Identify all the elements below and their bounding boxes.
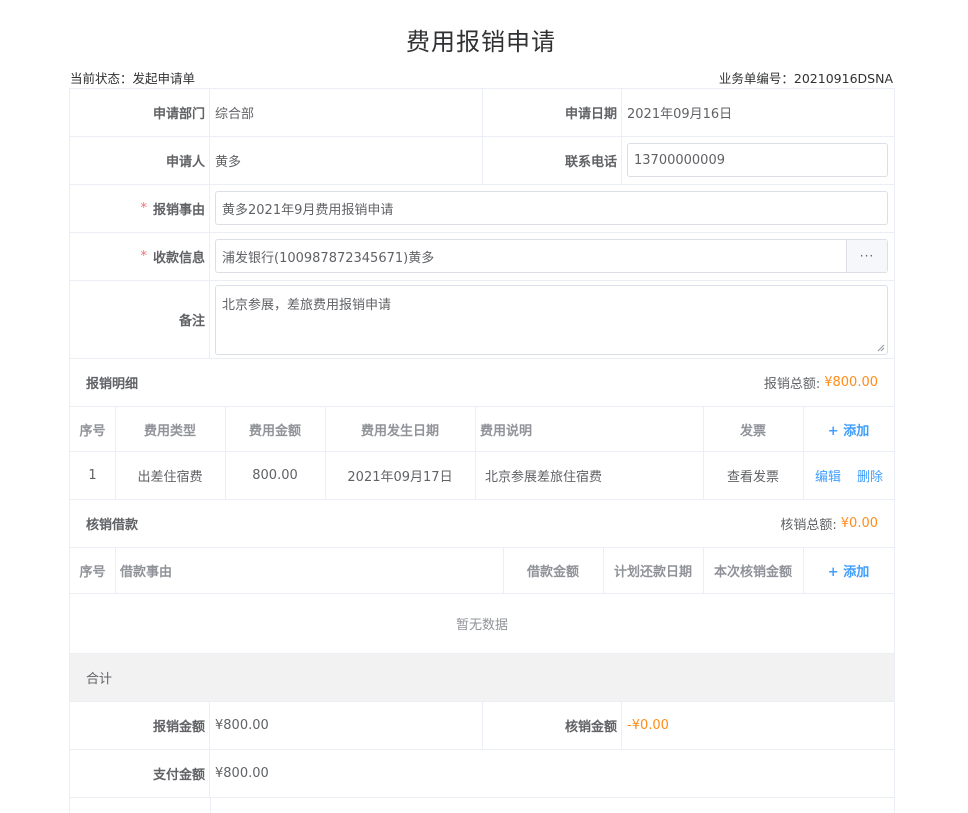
summary-row-pay: 支付金额 ¥800.00 — [70, 750, 894, 798]
reason-label-text: 报销事由 — [152, 203, 205, 218]
add-detail-button[interactable]: + 添加 — [803, 407, 894, 451]
writeoff-amount-value: -¥0.00 — [627, 718, 669, 733]
reimburse-amount-label: 报销金额 — [70, 702, 210, 749]
date-label: 申请日期 — [482, 89, 622, 136]
col-header-type: 费用类型 — [143, 423, 196, 439]
summary-row-next — [70, 798, 894, 813]
form-row-remark: 备注 北京参展，差旅费用报销申请 — [70, 281, 894, 359]
date-value: 2021年09月16日 — [627, 107, 733, 122]
loan-total-value: ¥0.00 — [840, 516, 878, 531]
col-header-invoice: 发票 — [739, 423, 766, 439]
detail-total-label: 报销总额: — [763, 377, 821, 392]
col-header-date: 费用发生日期 — [360, 423, 439, 439]
pay-amount-value: ¥800.00 — [215, 766, 269, 781]
phone-label: 联系电话 — [482, 137, 622, 184]
payee-input[interactable]: 浦发银行(100987872345671)黄多 ··· — [215, 239, 888, 273]
page-title: 费用报销申请 — [406, 28, 556, 56]
add-loan-button[interactable]: + 添加 — [803, 548, 894, 593]
dept-label: 申请部门 — [70, 89, 210, 136]
detail-section-header: 报销明细 报销总额: ¥800.00 — [70, 359, 894, 407]
writeoff-amount-label: 核销金额 — [482, 702, 622, 749]
loan-empty-row: 暂无数据 — [70, 594, 894, 654]
detail-total-value: ¥800.00 — [824, 375, 878, 390]
form-row-dept: 申请部门 综合部 申请日期 2021年09月16日 — [70, 88, 894, 137]
dept-value: 综合部 — [215, 107, 255, 122]
reimbursement-form: 申请部门 综合部 申请日期 2021年09月16日 申请人 黄多 联系电话 13… — [69, 88, 895, 813]
row-amount: 800.00 — [252, 468, 298, 483]
summary-header: 合计 — [70, 654, 894, 702]
row-type: 出差住宿费 — [137, 470, 203, 485]
loan-col-no: 序号 — [79, 565, 106, 580]
form-row-reason: * 报销事由 黄多2021年9月费用报销申请 — [70, 185, 894, 233]
more-icon[interactable]: ··· — [846, 240, 887, 272]
pay-amount-label: 支付金额 — [70, 750, 210, 797]
doc-number: 业务单编号：20210916DSNA — [718, 71, 893, 86]
col-header-amount: 费用金额 — [248, 423, 301, 439]
form-row-payee: * 收款信息 浦发银行(100987872345671)黄多 ··· — [70, 233, 894, 281]
detail-total: 报销总额: ¥800.00 — [764, 359, 878, 406]
row-no: 1 — [88, 468, 97, 483]
remark-label: 备注 — [70, 281, 210, 358]
payee-value: 浦发银行(100987872345671)黄多 — [222, 250, 435, 266]
reason-input[interactable]: 黄多2021年9月费用报销申请 — [215, 191, 888, 225]
remark-value: 北京参展，差旅费用报销申请 — [222, 298, 392, 313]
applicant-value: 黄多 — [215, 155, 242, 170]
edit-link[interactable]: 编辑 — [808, 452, 848, 499]
required-mark: * — [140, 249, 147, 264]
status-text: 当前状态：发起申请单 — [70, 71, 196, 86]
summary-title: 合计 — [86, 672, 113, 687]
reason-label: * 报销事由 — [70, 185, 210, 232]
view-invoice-link[interactable]: 查看发票 — [703, 452, 803, 499]
payee-label: * 收款信息 — [70, 233, 210, 280]
form-row-applicant: 申请人 黄多 联系电话 13700000009 — [70, 137, 894, 185]
divider — [803, 452, 804, 499]
remark-textarea[interactable]: 北京参展，差旅费用报销申请 — [215, 285, 888, 355]
detail-table-header: 序号 费用类型 费用金额 费用发生日期 费用说明 发票 + 添加 — [70, 407, 894, 452]
detail-title: 报销明细 — [86, 377, 139, 392]
col-header-no: 序号 — [79, 423, 106, 439]
loan-col-reason: 借款事由 — [120, 565, 173, 580]
row-date: 2021年09月17日 — [347, 470, 453, 485]
payee-label-text: 收款信息 — [152, 251, 205, 266]
loan-col-writeoff: 本次核销金额 — [713, 565, 792, 580]
delete-link[interactable]: 删除 — [850, 452, 890, 499]
reimburse-amount-value: ¥800.00 — [215, 718, 269, 733]
table-row: 1 出差住宿费 800.00 2021年09月17日 北京参展差旅住宿费 查看发… — [70, 452, 894, 500]
resize-grip-icon[interactable] — [877, 344, 885, 352]
loan-total-label: 核销总额: — [780, 518, 837, 533]
row-desc: 北京参展差旅住宿费 — [485, 470, 603, 485]
col-header-desc: 费用说明 — [480, 423, 533, 439]
summary-row-amounts: 报销金额 ¥800.00 核销金额 -¥0.00 — [70, 702, 894, 750]
loan-section-header: 核销借款 核销总额: ¥0.00 — [70, 500, 894, 548]
loan-table-header: 序号 借款事由 借款金额 计划还款日期 本次核销金额 + 添加 — [70, 548, 894, 594]
loan-col-amount: 借款金额 — [526, 565, 579, 580]
phone-input[interactable]: 13700000009 — [627, 143, 888, 177]
loan-col-repay-date: 计划还款日期 — [613, 565, 692, 580]
loan-title: 核销借款 — [86, 518, 139, 533]
divider — [210, 798, 211, 813]
applicant-label: 申请人 — [70, 137, 210, 184]
loan-total: 核销总额: ¥0.00 — [780, 500, 878, 547]
required-mark: * — [140, 201, 147, 216]
empty-text: 暂无数据 — [455, 618, 508, 633]
